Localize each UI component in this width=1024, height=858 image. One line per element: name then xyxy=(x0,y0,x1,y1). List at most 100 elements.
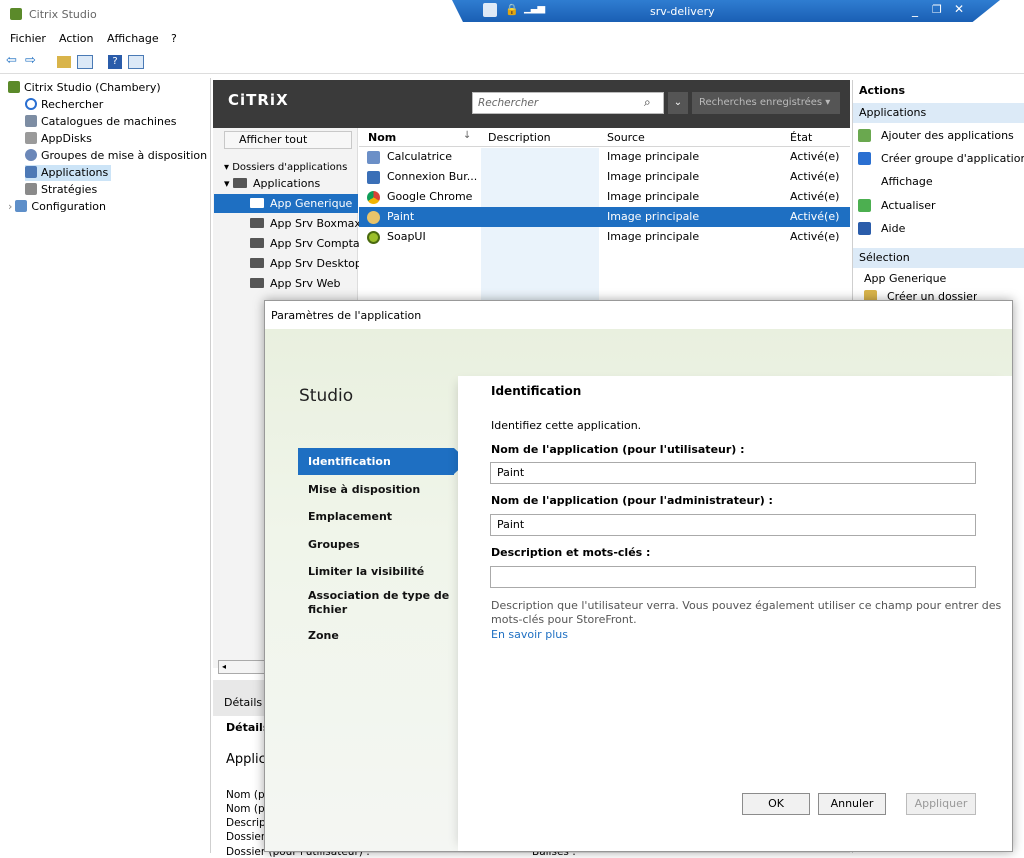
column-header-state[interactable]: État xyxy=(790,131,812,144)
saved-searches-label: Recherches enregistrées xyxy=(699,97,823,108)
action-label: Ajouter des applications xyxy=(881,129,1014,142)
action-label: Actualiser xyxy=(881,199,936,212)
folder-app-srv-web[interactable]: App Srv Web xyxy=(250,274,340,293)
actions-title: Actions xyxy=(859,84,905,97)
section-title: Identification xyxy=(491,384,582,398)
disk-icon xyxy=(25,132,37,144)
cell-name: Connexion Bur... xyxy=(387,170,478,183)
action-view[interactable]: Affichage xyxy=(858,172,933,192)
ok-button[interactable]: OK xyxy=(742,793,810,815)
help-icon[interactable]: ? xyxy=(108,55,122,69)
tree-root[interactable]: Citrix Studio (Chambery) xyxy=(8,80,161,96)
intro-text: Identifiez cette application. xyxy=(491,419,642,432)
folder-icon xyxy=(233,178,248,188)
refresh-icon xyxy=(858,199,871,212)
action-label: Affichage xyxy=(881,175,933,188)
folder-icon xyxy=(864,290,877,300)
admin-name-field[interactable]: Paint xyxy=(490,514,976,536)
column-header-source[interactable]: Source xyxy=(607,131,645,144)
chevron-down-icon[interactable]: ⌄ xyxy=(668,92,688,114)
tree-item-delivery-groups[interactable]: Groupes de mise à disposition xyxy=(25,148,207,164)
cancel-button[interactable]: Annuler xyxy=(818,793,886,815)
help-text-line2: mots-clés pour StoreFront. xyxy=(491,613,637,626)
details-tab[interactable]: Détails xyxy=(226,721,269,734)
restore-icon[interactable]: ❐ xyxy=(932,3,942,16)
remote-desktop-icon xyxy=(367,171,380,184)
app-group-icon xyxy=(858,152,871,165)
tree-root-label: Citrix Studio (Chambery) xyxy=(24,81,161,94)
nav-limiter-visibilite[interactable]: Limiter la visibilité xyxy=(308,565,468,578)
description-field[interactable] xyxy=(490,566,976,588)
action-label: Créer groupe d'applications xyxy=(881,152,1024,165)
nav-groupes[interactable]: Groupes xyxy=(308,538,468,551)
menu-help[interactable]: ? xyxy=(171,32,177,45)
nav-association-type-fichier-line2[interactable]: fichier xyxy=(308,603,468,616)
tree-item-strategies[interactable]: Stratégies xyxy=(25,182,97,198)
folder-app-generique[interactable]: App Generique xyxy=(214,194,358,213)
search-placeholder: Rechercher xyxy=(478,97,539,109)
minimize-icon[interactable]: _ xyxy=(912,3,918,17)
column-header-name[interactable]: Nom xyxy=(368,131,396,144)
nav-mise-a-disposition[interactable]: Mise à disposition xyxy=(308,483,468,496)
folder-app-srv-comptab[interactable]: App Srv Comptab xyxy=(250,234,367,253)
folder-app-srv-desktop[interactable]: App Srv Desktop xyxy=(250,254,362,273)
forward-arrow-icon[interactable]: ⇨ xyxy=(25,53,36,68)
nav-association-type-fichier[interactable]: Association de type de xyxy=(308,589,468,602)
nav-emplacement[interactable]: Emplacement xyxy=(308,510,468,523)
tree-item-rechercher[interactable]: Rechercher xyxy=(25,97,103,113)
actions-section-selection[interactable]: Sélection xyxy=(853,248,1024,268)
action-refresh[interactable]: Actualiser xyxy=(858,196,936,216)
folder-label: App Srv Boxmax xyxy=(270,217,361,230)
saved-searches-dropdown[interactable]: Recherches enregistrées ▾ xyxy=(692,92,840,114)
show-all-label: Afficher tout xyxy=(239,133,308,146)
description-label: Description et mots-clés : xyxy=(491,546,651,559)
add-application-icon xyxy=(858,129,871,142)
action-label: Créer un dossier xyxy=(887,290,978,300)
user-name-field[interactable]: Paint xyxy=(490,462,976,484)
close-icon[interactable]: ✕ xyxy=(954,2,964,16)
show-all-button[interactable]: Afficher tout xyxy=(224,131,352,149)
magnifier-icon[interactable]: ⌕ xyxy=(644,95,651,110)
tree-item-applications[interactable]: Applications xyxy=(25,165,111,181)
menu-fichier[interactable]: Fichier xyxy=(10,32,46,45)
cell-name: Paint xyxy=(387,210,415,223)
folder-up-icon[interactable] xyxy=(57,56,71,68)
action-create-folder[interactable]: Créer un dossier xyxy=(864,290,977,300)
nav-identification[interactable]: Identification xyxy=(308,455,468,468)
table-row[interactable]: SoapUI Image principale Activé(e) xyxy=(359,227,850,247)
console-tree-icon[interactable] xyxy=(77,55,93,69)
table-row[interactable]: Google Chrome Image principale Activé(e) xyxy=(359,187,850,207)
apply-button[interactable]: Appliquer xyxy=(906,793,976,815)
window-title: Citrix Studio xyxy=(29,8,97,21)
pin-icon[interactable] xyxy=(483,3,497,17)
folder-icon xyxy=(250,278,264,288)
folder-label: App Srv Comptab xyxy=(270,237,367,250)
tree-item-configuration[interactable]: › Configuration xyxy=(8,199,106,215)
horizontal-scrollbar[interactable]: ◂ xyxy=(218,660,266,674)
action-add-applications[interactable]: Ajouter des applications xyxy=(858,126,1014,146)
folder-label: App Generique xyxy=(270,197,353,210)
tree-item-appdisks[interactable]: AppDisks xyxy=(25,131,92,147)
tree-label: AppDisks xyxy=(41,132,92,145)
menu-affichage[interactable]: Affichage xyxy=(107,32,159,45)
actions-section-applications[interactable]: Applications xyxy=(853,103,1024,123)
table-row[interactable]: Connexion Bur... Image principale Activé… xyxy=(359,167,850,187)
cell-source: Image principale xyxy=(607,150,700,163)
folder-applications-root[interactable]: ▾ Applications xyxy=(224,174,320,193)
nav-zone[interactable]: Zone xyxy=(308,629,468,642)
folder-label: Applications xyxy=(253,177,321,190)
action-pane-icon[interactable] xyxy=(128,55,144,69)
tree-item-catalogues[interactable]: Catalogues de machines xyxy=(25,114,176,130)
action-create-app-group[interactable]: Créer groupe d'applications xyxy=(858,149,1024,169)
table-row-selected[interactable]: Paint Image principale Activé(e) xyxy=(359,207,850,227)
menu-action[interactable]: Action xyxy=(59,32,93,45)
folder-app-srv-boxmax[interactable]: App Srv Boxmax xyxy=(250,214,361,233)
dialog-title: Paramètres de l'application xyxy=(271,309,422,322)
chevron-right-icon[interactable]: › xyxy=(8,200,12,213)
learn-more-link[interactable]: En savoir plus xyxy=(491,628,568,641)
back-arrow-icon[interactable]: ⇦ xyxy=(6,53,17,68)
table-row[interactable]: Calculatrice Image principale Activé(e) xyxy=(359,147,850,167)
help-icon xyxy=(858,222,871,235)
column-header-description[interactable]: Description xyxy=(488,131,551,144)
action-help[interactable]: Aide xyxy=(858,219,905,239)
